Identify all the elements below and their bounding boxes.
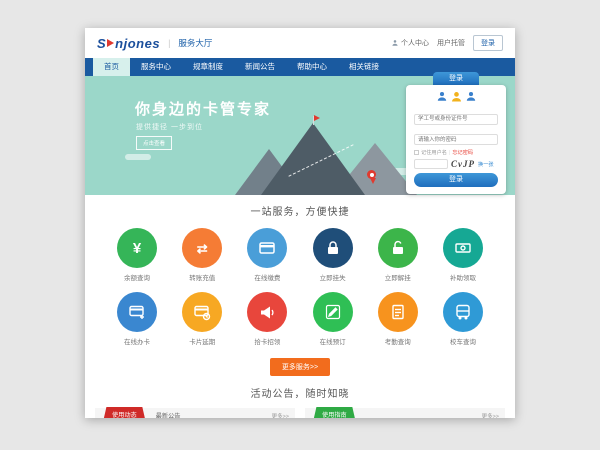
banner-title: 你身边的卡管专家	[135, 98, 271, 119]
nav-item-3[interactable]: 新闻公告	[234, 58, 286, 76]
user-hosting-link[interactable]: 用户托管	[437, 38, 465, 48]
banner-cta-button[interactable]: 点击查看	[136, 136, 172, 150]
captcha-refresh-link[interactable]: 换一张	[478, 161, 494, 168]
product-name: 服务大厅	[178, 37, 212, 49]
bus-icon[interactable]	[443, 292, 483, 332]
service-label: 在线缴费	[254, 272, 280, 282]
header-links: 个人中心 用户托管 登录	[391, 35, 503, 51]
service-label: 余额查询	[124, 272, 150, 282]
service-item-0[interactable]: ¥ 余额查询	[111, 228, 163, 282]
nav-item-0[interactable]: 首页	[93, 58, 130, 76]
service-label: 在线预订	[320, 336, 346, 346]
summit-flag-icon	[314, 115, 320, 121]
captcha-input[interactable]	[414, 159, 448, 169]
tab-usage-news[interactable]: 使用动态	[103, 407, 146, 418]
login-card: 登录 记住用户名 | 忘记密码 CvJP 换一张 登录	[406, 72, 506, 194]
personal-center-link[interactable]: 个人中心	[391, 38, 429, 48]
banner-subtitle: 提供捷径 一步到位	[136, 122, 203, 132]
news-panel: 使用动态 最新公告 更多>>	[95, 408, 295, 418]
brand-logo[interactable]: S njones	[97, 36, 160, 51]
megaphone-icon[interactable]	[247, 292, 287, 332]
services-section: 一站服务，方便快捷 ¥ 余额查询 ⇄ 转账充值 在线缴费 立即挂失 立即解挂 补助领取在线办卡…	[85, 195, 515, 376]
tab-latest-notices[interactable]: 最新公告	[156, 411, 181, 418]
service-label: 立即解挂	[385, 272, 411, 282]
service-item-2[interactable]: 在线缴费	[241, 228, 293, 282]
header-divider: |	[168, 38, 170, 48]
login-tab[interactable]: 登录	[433, 72, 479, 85]
transfer-arrows-icon[interactable]: ⇄	[182, 228, 222, 268]
more-services-button[interactable]: 更多服务>>	[270, 358, 330, 376]
service-item-3[interactable]: 立即挂失	[307, 228, 359, 282]
password-input[interactable]	[414, 134, 498, 145]
top-header: S njones | 服务大厅 个人中心 用户托管 登录	[85, 28, 515, 58]
card-clock-icon[interactable]	[182, 292, 222, 332]
services-row-1: ¥ 余额查询 ⇄ 转账充值 在线缴费 立即挂失 立即解挂 补助领取	[85, 228, 515, 282]
logo-text-right: njones	[115, 36, 160, 51]
forgot-password-link[interactable]: 忘记密码	[452, 149, 473, 156]
service-label: 卡片延期	[189, 336, 215, 346]
service-item-8[interactable]: 拾卡招领	[241, 292, 293, 346]
service-item-9[interactable]: 在线预订	[307, 292, 359, 346]
remember-checkbox[interactable]	[414, 150, 419, 155]
announcements-title: 活动公告，随时知晓	[85, 385, 515, 400]
attendance-icon[interactable]	[378, 292, 418, 332]
guide-panel: 使用指南 更多>>	[305, 408, 505, 418]
news-more-link[interactable]: 更多>>	[272, 412, 289, 419]
remember-label: 记住用户名	[421, 149, 447, 156]
tab-usage-guide[interactable]: 使用指南	[313, 407, 356, 418]
services-row-2: 在线办卡 卡片延期 拾卡招领 在线预订 考勤查询 校车查询	[85, 292, 515, 346]
service-label: 补助领取	[450, 272, 476, 282]
service-item-6[interactable]: 在线办卡	[111, 292, 163, 346]
service-item-1[interactable]: ⇄ 转账充值	[176, 228, 228, 282]
users-group-icon	[414, 90, 498, 104]
account-input[interactable]	[414, 114, 498, 125]
service-label: 考勤查询	[385, 336, 411, 346]
banknote-icon[interactable]	[443, 228, 483, 268]
service-label: 在线办卡	[124, 336, 150, 346]
service-item-5[interactable]: 补助领取	[437, 228, 489, 282]
bank-card-icon[interactable]	[247, 228, 287, 268]
remember-separator: |	[449, 150, 450, 156]
nav-item-1[interactable]: 服务中心	[130, 58, 182, 76]
service-label: 拾卡招领	[254, 336, 280, 346]
logo-text-left: S	[97, 36, 106, 51]
site-page: S njones | 服务大厅 个人中心 用户托管 登录 首页服务中心规章制度新…	[85, 28, 515, 418]
header-login-button[interactable]: 登录	[473, 35, 503, 51]
map-pin-tip	[370, 178, 376, 184]
nav-item-5[interactable]: 相关链接	[338, 58, 390, 76]
announcements-section: 活动公告，随时知晓 使用动态 最新公告 更多>> 使用指南 更多>>	[85, 385, 515, 418]
yen-icon[interactable]: ¥	[117, 228, 157, 268]
service-label: 校车查询	[450, 336, 476, 346]
captcha-image: CvJP	[451, 159, 475, 169]
pencil-icon[interactable]	[313, 292, 353, 332]
service-item-7[interactable]: 卡片延期	[176, 292, 228, 346]
login-submit-button[interactable]: 登录	[414, 173, 498, 187]
guide-more-link[interactable]: 更多>>	[482, 412, 499, 419]
service-label: 立即挂失	[320, 272, 346, 282]
nav-item-2[interactable]: 规章制度	[182, 58, 234, 76]
service-label: 转账充值	[189, 272, 215, 282]
logo-arrow-icon	[107, 39, 114, 47]
lock-icon[interactable]	[313, 228, 353, 268]
service-item-4[interactable]: 立即解挂	[372, 228, 424, 282]
cloud-shape	[125, 154, 151, 160]
unlock-icon[interactable]	[378, 228, 418, 268]
person-icon	[391, 39, 399, 47]
services-title: 一站服务，方便快捷	[85, 203, 515, 218]
nav-item-4[interactable]: 帮助中心	[286, 58, 338, 76]
card-plus-icon[interactable]	[117, 292, 157, 332]
service-item-11[interactable]: 校车查询	[437, 292, 489, 346]
mountain-shape	[261, 123, 365, 195]
service-item-10[interactable]: 考勤查询	[372, 292, 424, 346]
